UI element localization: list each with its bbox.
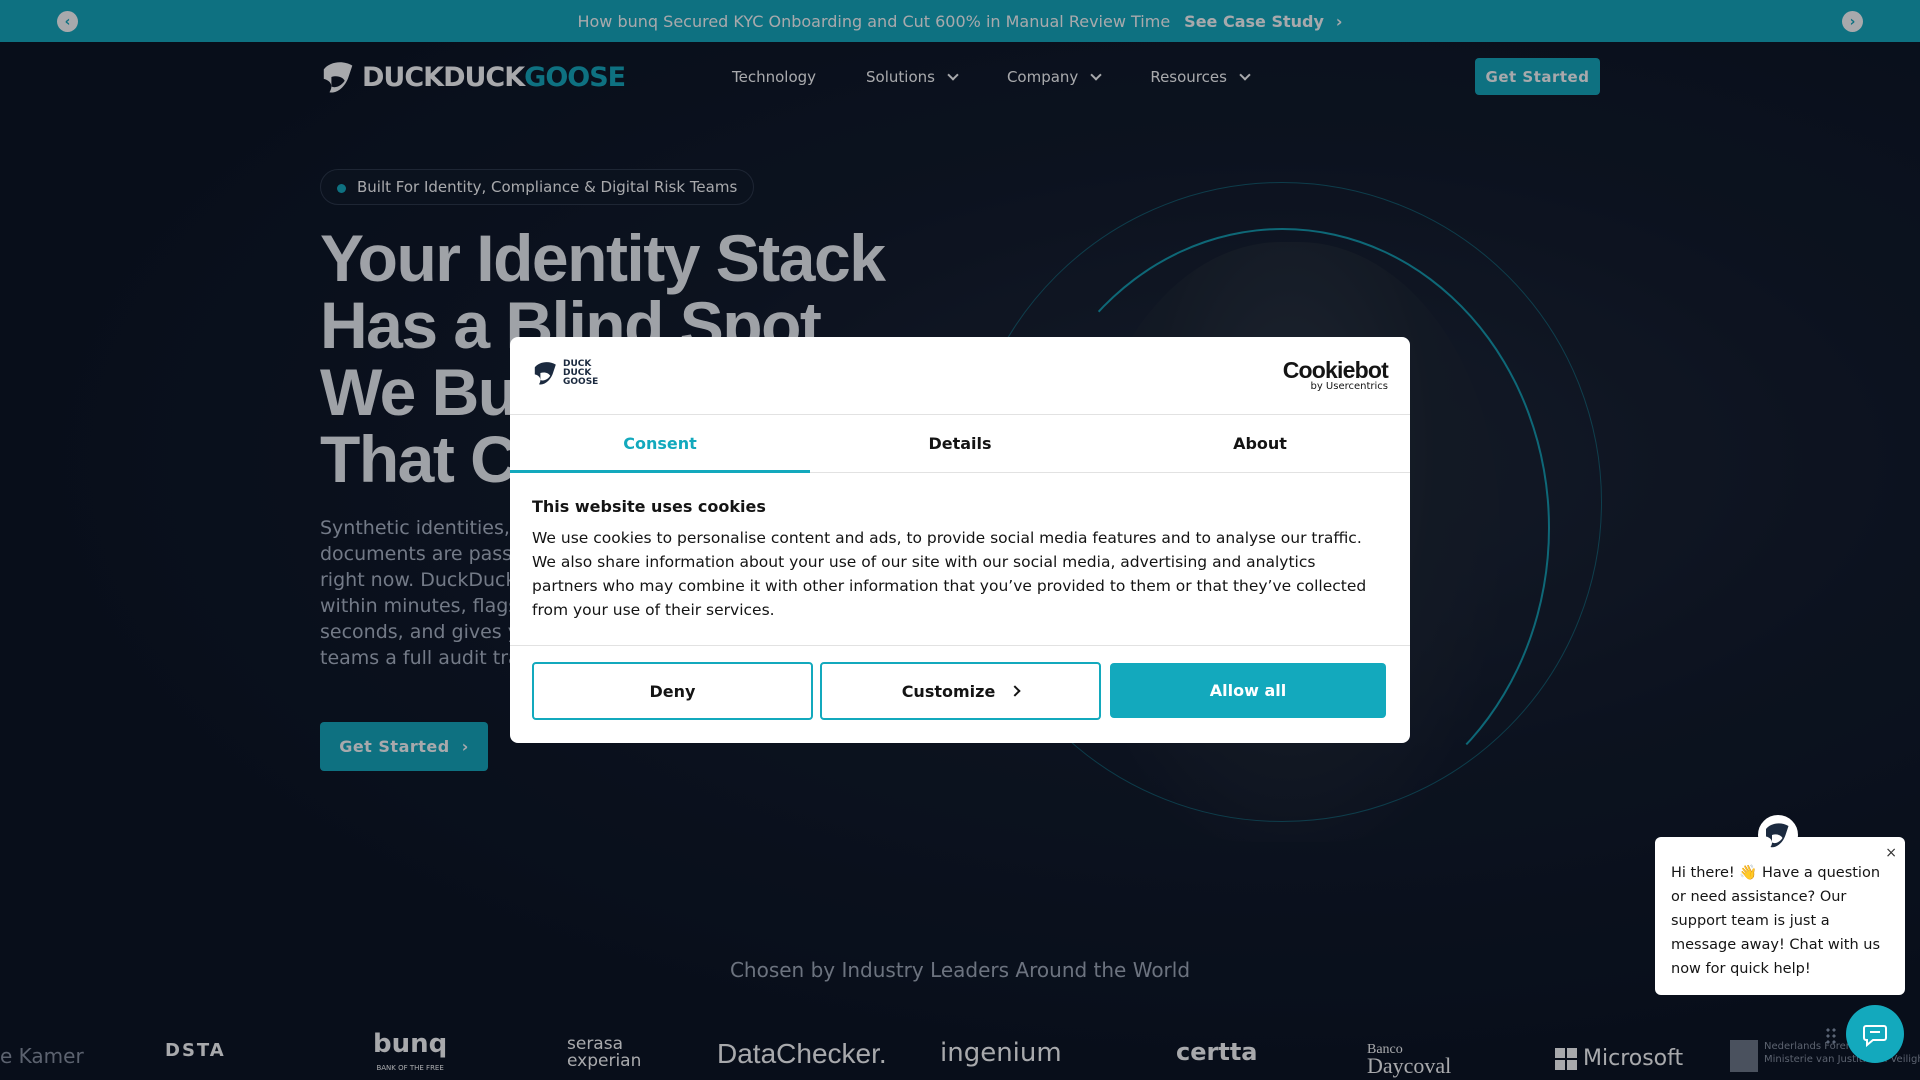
dialog-footer: Deny Customize Allow all xyxy=(510,645,1410,743)
customize-button[interactable]: Customize xyxy=(820,662,1101,720)
logo-line: GOOSE xyxy=(563,376,599,387)
close-icon[interactable]: × xyxy=(1885,841,1897,865)
drag-handle-icon[interactable] xyxy=(1825,1027,1837,1045)
chat-message: Hi there! 👋 Have a question or need assi… xyxy=(1671,865,1881,977)
dialog-text: We use cookies to personalise content an… xyxy=(532,529,1367,619)
chat-launcher-button[interactable] xyxy=(1846,1005,1904,1063)
tab-consent[interactable]: Consent xyxy=(510,415,810,473)
goose-logo-icon xyxy=(534,362,556,385)
customize-label: Customize xyxy=(901,681,996,701)
deny-button[interactable]: Deny xyxy=(532,662,813,720)
dialog-header: DUCK DUCK GOOSE Cookiebot by Usercentric… xyxy=(510,337,1410,415)
allow-all-button[interactable]: Allow all xyxy=(1110,663,1386,718)
chat-greeting-bubble[interactable]: × Hi there! 👋 Have a question or need as… xyxy=(1655,837,1905,995)
cookiebot-name: Cookiebot xyxy=(1282,357,1389,383)
dialog-brand-logo: DUCK DUCK GOOSE xyxy=(532,359,598,387)
chat-agent-avatar xyxy=(1758,815,1798,855)
cookie-consent-dialog: DUCK DUCK GOOSE Cookiebot by Usercentric… xyxy=(510,337,1410,743)
dialog-body: This website uses cookies We use cookies… xyxy=(532,497,1372,622)
cookiebot-logo[interactable]: Cookiebot by Usercentrics xyxy=(1282,357,1389,393)
chat-icon xyxy=(1863,1025,1887,1048)
dialog-title: This website uses cookies xyxy=(532,497,766,516)
chevron-right-icon xyxy=(1009,685,1021,697)
tab-details[interactable]: Details xyxy=(810,415,1110,472)
goose-logo-icon xyxy=(1766,823,1789,848)
dialog-logo-wordmark: DUCK DUCK GOOSE xyxy=(563,359,599,387)
dialog-tabs: Consent Details About xyxy=(510,415,1410,473)
tab-about[interactable]: About xyxy=(1110,415,1410,472)
